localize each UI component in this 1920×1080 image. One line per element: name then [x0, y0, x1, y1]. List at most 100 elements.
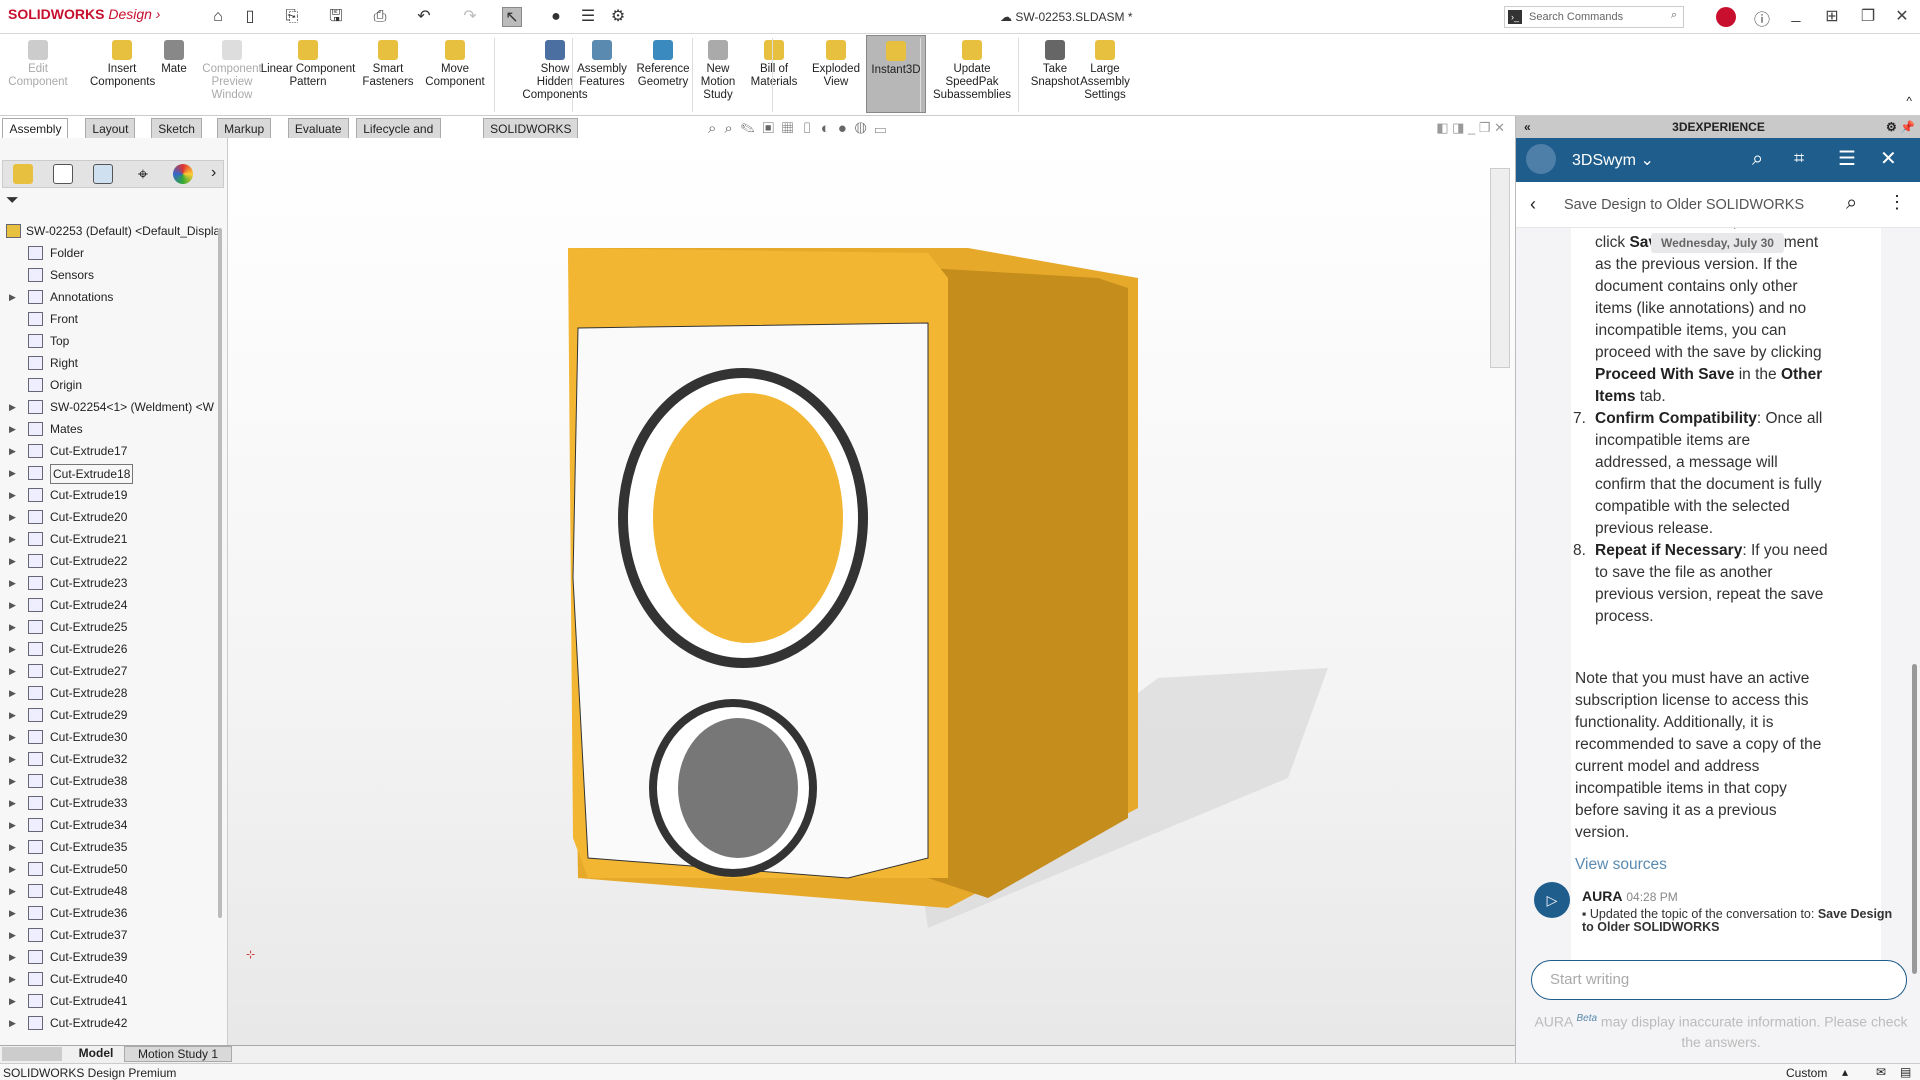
tree-item[interactable]: ▶Cut-Extrude29	[0, 704, 218, 726]
tree-item[interactable]: ▶Cut-Extrude34	[0, 814, 218, 836]
more-options-icon[interactable]: ⋮	[1888, 192, 1906, 213]
search-icon[interactable]: ⌕	[1752, 148, 1763, 171]
options-gear-icon[interactable]: ⚙	[608, 7, 628, 27]
expand-arrow-icon[interactable]: ▶	[9, 792, 16, 814]
print-icon[interactable]: ⎙	[370, 7, 390, 27]
ribbon-button-new-motion-study[interactable]: New Motion Study	[696, 40, 740, 102]
ribbon-button-bill-of-materials[interactable]: Bill of Materials	[748, 40, 800, 89]
dimxpert-tab-icon[interactable]: ⌖	[133, 164, 153, 184]
help-icon[interactable]: ⓘ	[1750, 6, 1774, 30]
tree-scrollbar[interactable]	[218, 228, 222, 918]
expand-arrow-icon[interactable]: ▶	[9, 682, 16, 704]
select-icon[interactable]: ↖	[502, 7, 522, 27]
expand-arrow-icon[interactable]: ▶	[9, 880, 16, 902]
tree-item[interactable]: ▶Cut-Extrude30	[0, 726, 218, 748]
expand-arrow-icon[interactable]: ▶	[9, 990, 16, 1012]
tree-item[interactable]: ▶Cut-Extrude17	[0, 440, 218, 462]
collapse-icon[interactable]: «	[1524, 116, 1531, 138]
tree-item[interactable]: ▶Annotations	[0, 286, 218, 308]
back-icon[interactable]: ‹	[1530, 194, 1536, 215]
save-icon[interactable]: 🖫	[326, 7, 346, 27]
expand-arrow-icon[interactable]: ▶	[9, 550, 16, 572]
ribbon-button-update-speedpak-subassemblies[interactable]: Update SpeedPak Subassemblies	[932, 40, 1012, 102]
solidworks-logo[interactable]: SOLIDWORKS Design ›	[8, 6, 160, 22]
expand-arrow-icon[interactable]: ▶	[9, 968, 16, 990]
tree-item[interactable]: ▶Cut-Extrude25	[0, 616, 218, 638]
expand-arrow-icon[interactable]: ▶	[9, 704, 16, 726]
expand-arrow-icon[interactable]: ▶	[9, 1012, 16, 1034]
expand-arrow-icon[interactable]: ▶	[9, 528, 16, 550]
units-up-arrow-icon[interactable]: ▴	[1842, 1065, 1848, 1079]
ribbon-button-edit-component[interactable]: Edit Component	[8, 40, 68, 89]
open-icon[interactable]: ⎘	[282, 7, 302, 27]
tree-item[interactable]: ▶Cut-Extrude42	[0, 1012, 218, 1034]
expand-arrow-icon[interactable]: ▶	[9, 572, 16, 594]
expand-arrow-icon[interactable]: ▶	[9, 484, 16, 506]
expand-arrow-icon[interactable]: ▶	[9, 726, 16, 748]
configuration-manager-tab-icon[interactable]	[93, 164, 113, 184]
close-icon[interactable]: ✕	[1880, 146, 1897, 171]
tab-layout[interactable]: Layout	[85, 118, 135, 138]
collapse-ribbon-icon[interactable]: ^	[1906, 94, 1912, 108]
filter-icon[interactable]: ⏷	[6, 192, 19, 210]
undo-icon[interactable]: ↶	[414, 7, 434, 27]
view-sources-link[interactable]: View sources	[1575, 854, 1667, 876]
app-switcher[interactable]: 3DSwym ⌄	[1572, 150, 1654, 170]
expand-arrow-icon[interactable]: ▶	[9, 638, 16, 660]
tile-button[interactable]: ⊞	[1820, 6, 1844, 26]
ribbon-button-reference-geometry[interactable]: Reference Geometry	[632, 40, 694, 89]
viewport-window-controls[interactable]: ◧ ◨ _ ❐ ✕	[238, 120, 1505, 136]
expand-arrow-icon[interactable]: ▶	[9, 660, 16, 682]
tree-item[interactable]: ▶Cut-Extrude41	[0, 990, 218, 1012]
search-icon[interactable]: ⌕	[1671, 9, 1677, 22]
expand-arrow-icon[interactable]: ▶	[9, 506, 16, 528]
tree-item[interactable]: ▶Cut-Extrude50	[0, 858, 218, 880]
new-document-icon[interactable]: ▯	[240, 7, 260, 27]
ribbon-button-instant3d[interactable]: Instant3D	[866, 35, 926, 113]
minimize-button[interactable]: _	[1784, 6, 1808, 24]
expand-arrow-icon[interactable]: ▶	[9, 440, 16, 462]
expand-arrow-icon[interactable]: ▶	[9, 858, 16, 880]
tree-item[interactable]: Right	[0, 352, 218, 374]
tree-item[interactable]: ▶Cut-Extrude33	[0, 792, 218, 814]
expand-arrow-icon[interactable]: ▶	[9, 836, 16, 858]
expand-arrow-icon[interactable]: ▶	[9, 946, 16, 968]
close-button[interactable]: ✕	[1890, 6, 1914, 26]
ribbon-button-take-snapshot[interactable]: Take Snapshot	[1030, 40, 1080, 89]
ribbon-button-move-component[interactable]: Move Component	[424, 40, 486, 89]
expand-arrow-icon[interactable]: ▶	[9, 770, 16, 792]
ribbon-button-assembly-features[interactable]: Assembly Features	[574, 40, 630, 89]
notes-icon[interactable]: ▤	[1900, 1065, 1911, 1079]
file-properties-icon[interactable]: ☰	[578, 7, 598, 27]
expand-arrow-icon[interactable]: ▶	[9, 814, 16, 836]
tree-item[interactable]: ▶Cut-Extrude20	[0, 506, 218, 528]
tab-model[interactable]: Model	[70, 1046, 122, 1060]
tree-item[interactable]: ▶Cut-Extrude40	[0, 968, 218, 990]
tree-item[interactable]: Top	[0, 330, 218, 352]
expand-arrow-icon[interactable]: ▶	[9, 462, 16, 484]
tree-item[interactable]: ▶Cut-Extrude38	[0, 770, 218, 792]
ribbon-button-mate[interactable]: Mate	[156, 40, 192, 76]
expand-arrow-icon[interactable]: ▶	[9, 396, 16, 418]
graphics-viewport[interactable]: ⌕⌕✎▣▦▯◐●◍▭ ◧ ◨ _ ❐ ✕ ⊹	[228, 138, 1515, 1045]
tree-item[interactable]: ▶Cut-Extrude39	[0, 946, 218, 968]
tree-item[interactable]: ▶Cut-Extrude48	[0, 880, 218, 902]
property-manager-tab-icon[interactable]	[53, 164, 73, 184]
tree-item[interactable]: ▶Cut-Extrude22	[0, 550, 218, 572]
expand-arrow-icon[interactable]: ▶	[9, 594, 16, 616]
search-icon[interactable]: ⌕	[1846, 192, 1857, 215]
expand-arrow-icon[interactable]: ▶	[9, 286, 16, 308]
tree-item[interactable]: SW-02253 (Default) <Default_Displa	[0, 220, 218, 242]
message-input[interactable]: Start writing	[1531, 960, 1907, 1000]
gear-pin-icons[interactable]: ⚙ 📌	[1886, 116, 1915, 138]
tree-item[interactable]: ▶Mates	[0, 418, 218, 440]
menu-icon[interactable]: ☰	[1838, 146, 1856, 171]
tab-assembly[interactable]: Assembly	[2, 118, 68, 138]
tree-item[interactable]: ▶Cut-Extrude37	[0, 924, 218, 946]
home-icon[interactable]: ⌂	[208, 7, 228, 27]
tree-item[interactable]: ▶Cut-Extrude18	[0, 462, 218, 484]
tab-sketch[interactable]: Sketch	[151, 118, 202, 138]
tree-item[interactable]: ▶Cut-Extrude26	[0, 638, 218, 660]
ribbon-button-smart-fasteners[interactable]: Smart Fasteners	[360, 40, 416, 89]
tree-item[interactable]: ▶Cut-Extrude24	[0, 594, 218, 616]
